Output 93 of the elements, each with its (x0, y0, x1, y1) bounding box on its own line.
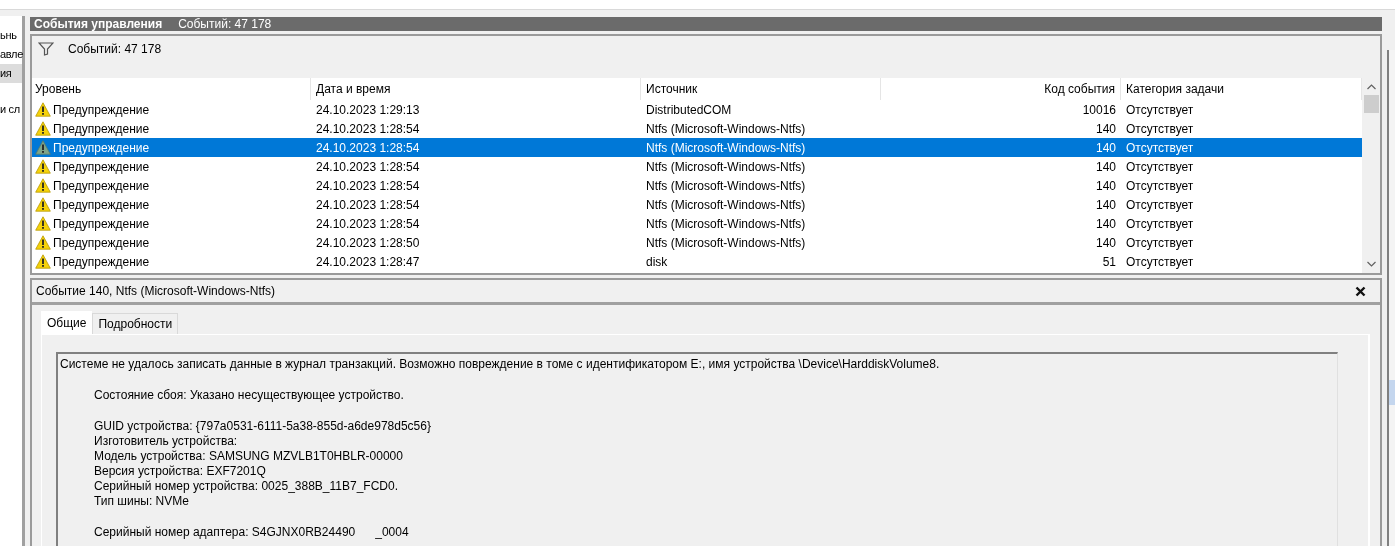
message-text: Состояние сбоя: Указано несуществующее устройство. (94, 388, 405, 403)
table-cell-text: 24.10.2023 1:28:54 (315, 178, 421, 193)
table-cell: Предупреждение (53, 216, 150, 231)
table-row[interactable]: Предупреждение 24.10.2023 1:28:54 Ntfs (Microsoft-Windows-Ntfs) 140 Отсутствует (32, 195, 1362, 214)
table-row[interactable]: Предупреждение 24.10.2023 1:29:13 DistributedCOM 10016 Отсутствует (32, 100, 1362, 119)
warning-icon (35, 159, 51, 174)
table-row[interactable]: Предупреждение 24.10.2023 1:28:54 Ntfs (Microsoft-Windows-Ntfs) 140 Отсутствует (32, 138, 1362, 157)
table-cell-text: 140 (1094, 178, 1117, 193)
scroll-up-icon[interactable] (1366, 84, 1376, 90)
table-cell-text: Отсутствует (1125, 140, 1195, 155)
table-cell-text: Отсутствует (1125, 159, 1195, 174)
message-text: Серийный номер адаптера: S4GJNX0RB24490 _0004 (94, 525, 410, 540)
scrollbar[interactable] (1362, 78, 1380, 273)
table-cell: Предупреждение (53, 102, 150, 117)
table-cell-text: Отсутствует (1125, 197, 1195, 212)
table-cell-text: Ntfs (Microsoft-Windows-Ntfs) (645, 178, 807, 193)
message-text: Модель устройства: SAMSUNG MZVLB1T0HBLR-00000 (94, 449, 404, 464)
table-cell-text: 51 (1101, 254, 1117, 269)
table-cell-text: 140 (1094, 121, 1117, 136)
scroll-down-icon[interactable] (1366, 261, 1376, 267)
event-title: Событие 140, Ntfs (Microsoft-Windows-Ntfs) (36, 284, 276, 298)
message-text: Тип шины: NVMe (94, 494, 190, 509)
warning-icon (35, 178, 51, 193)
table-cell-text: Ntfs (Microsoft-Windows-Ntfs) (645, 140, 807, 155)
table-cell: Предупреждение (53, 121, 150, 136)
table-row[interactable]: Предупреждение 24.10.2023 1:28:54 Ntfs (Microsoft-Windows-Ntfs) 140 Отсутствует (32, 176, 1362, 195)
table-cell-text: 140 (1094, 235, 1117, 250)
column-header[interactable]: Код события (881, 78, 1121, 100)
table-row[interactable]: Предупреждение 24.10.2023 1:28:50 Ntfs (Microsoft-Windows-Ntfs) 140 Отсутствует (32, 233, 1362, 252)
filter-icon[interactable] (38, 42, 54, 56)
column-header[interactable]: Дата и время (311, 78, 641, 100)
table-cell-text: 24.10.2023 1:28:50 (315, 235, 421, 250)
message-text: GUID устройства: {797a0531-6111-5a38-855d-a6de978d5c56} (94, 419, 432, 434)
table-cell-text: 24.10.2023 1:28:47 (315, 254, 421, 269)
table-cell: Предупреждение (53, 178, 150, 193)
table-cell-text: Ntfs (Microsoft-Windows-Ntfs) (645, 197, 807, 212)
table-cell-text: Ntfs (Microsoft-Windows-Ntfs) (645, 235, 807, 250)
warning-icon (35, 235, 51, 250)
table-row[interactable]: Предупреждение 24.10.2023 1:28:47 disk 51 Отсутствует (32, 252, 1362, 271)
table-cell-text: Ntfs (Microsoft-Windows-Ntfs) (645, 121, 807, 136)
column-header[interactable]: Источник (641, 78, 881, 100)
table-cell-text: 140 (1094, 140, 1117, 155)
table-cell-text: Отсутствует (1125, 216, 1195, 231)
table-row[interactable]: Предупреждение 24.10.2023 1:28:54 Ntfs (Microsoft-Windows-Ntfs) 140 Отсутствует (32, 214, 1362, 233)
sidebar-item[interactable]: и сл (0, 100, 22, 119)
table-cell-text: 140 (1094, 216, 1117, 231)
table-cell-text: Ntfs (Microsoft-Windows-Ntfs) (645, 159, 807, 174)
table-cell-text: 24.10.2023 1:28:54 (315, 159, 421, 174)
event-count: Событий: 47 178 (178, 17, 272, 31)
table-cell: Предупреждение (53, 235, 150, 250)
table-row[interactable]: Предупреждение 24.10.2023 1:28:54 Ntfs (Microsoft-Windows-Ntfs) 140 Отсутствует (32, 119, 1362, 138)
table-cell-text: 24.10.2023 1:28:54 (315, 140, 421, 155)
warning-icon (35, 121, 51, 136)
tab[interactable]: Подробности (92, 313, 179, 334)
sidebar-item[interactable]: ьнь (0, 26, 22, 45)
warning-icon (35, 197, 51, 212)
table-cell-text: disk (645, 254, 669, 269)
close-icon[interactable] (1355, 285, 1366, 297)
table-cell-text: 24.10.2023 1:28:54 (315, 197, 421, 212)
table-cell-text: 140 (1094, 159, 1117, 174)
table-cell-text: DistributedCOM (645, 102, 733, 117)
warning-icon (35, 140, 51, 155)
table-cell-text: 10016 (1081, 102, 1117, 117)
message-text: Изготовитель устройства: (94, 434, 239, 449)
table-cell: Предупреждение (53, 140, 150, 155)
table-cell-text: Отсутствует (1125, 178, 1195, 193)
scrollbar[interactable] (1387, 50, 1395, 546)
tab[interactable]: Общие (41, 311, 93, 334)
table-cell-text: Отсутствует (1125, 121, 1195, 136)
table-cell-text: Отсутствует (1125, 235, 1195, 250)
warning-icon (35, 254, 51, 269)
table-cell-text: Отсутствует (1125, 102, 1195, 117)
event-count: Событий: 47 178 (68, 42, 162, 56)
table-cell: Предупреждение (53, 159, 150, 174)
table-cell-text: 24.10.2023 1:28:54 (315, 216, 421, 231)
message-text: Версия устройства: EXF7201Q (94, 464, 267, 479)
table-cell: Предупреждение (53, 197, 150, 212)
warning-icon (35, 102, 51, 117)
message-text: Системе не удалось записать данные в журнал транзакций. Возможно повреждение в томе с идентификатором E:, имя устройства \Device\HarddiskVolume8. (60, 357, 941, 372)
table-cell-text: Отсутствует (1125, 254, 1195, 269)
sidebar-item[interactable]: ия (0, 64, 22, 83)
sidebar-item[interactable]: авле (0, 45, 22, 64)
table-cell-text: 140 (1094, 197, 1117, 212)
scroll-thumb[interactable] (1363, 95, 1379, 113)
table-cell-text: 24.10.2023 1:28:54 (315, 121, 421, 136)
message-text: Серийный номер устройства: 0025_388B_11B7_FCD0. (94, 479, 399, 494)
warning-icon (35, 216, 51, 231)
column-header[interactable]: Уровень (32, 78, 311, 100)
table-row[interactable]: Предупреждение 24.10.2023 1:28:54 Ntfs (Microsoft-Windows-Ntfs) 140 Отсутствует (32, 157, 1362, 176)
table-cell-text: 24.10.2023 1:29:13 (315, 102, 421, 117)
panel-title: События управления (34, 17, 163, 31)
table-cell-text: Ntfs (Microsoft-Windows-Ntfs) (645, 216, 807, 231)
table-cell: Предупреждение (53, 254, 150, 269)
